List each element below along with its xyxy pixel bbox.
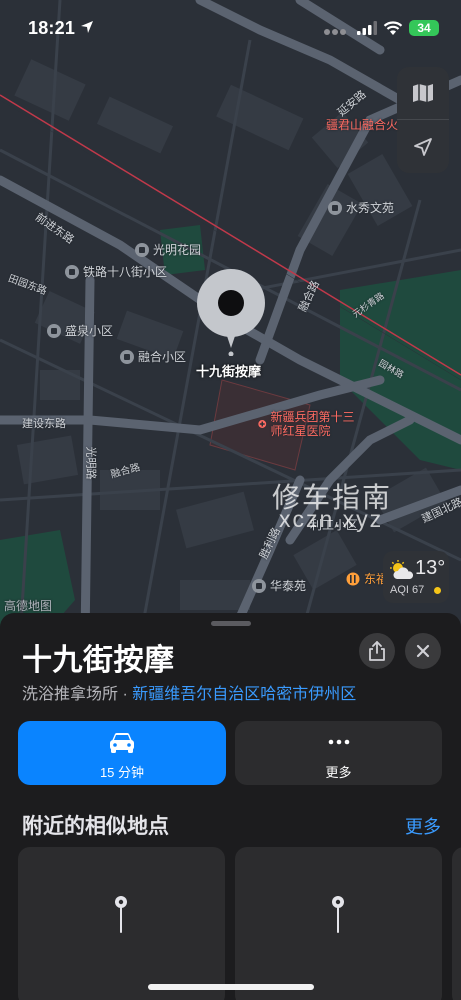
status-bar: 18:21 34 bbox=[0, 0, 461, 56]
drive-directions-button[interactable]: 15 分钟 bbox=[18, 721, 226, 785]
map-icon bbox=[413, 84, 433, 102]
map-attribution: 高德地图 bbox=[4, 599, 53, 613]
weather-widget[interactable]: 13° AQI 67 bbox=[383, 551, 449, 603]
map-view[interactable]: 18:21 34 疆君山融合火 水秀文苑 光明花园 铁路十八街小区 盛泉小区 融… bbox=[0, 0, 461, 640]
more-actions-label: 更多 bbox=[325, 765, 352, 780]
selected-place-label: 十九街按摩 bbox=[196, 364, 262, 379]
poi-junshan[interactable]: 疆君山融合火 bbox=[326, 116, 398, 133]
map-controls bbox=[397, 67, 449, 173]
poi-ronghe[interactable]: 融合小区 bbox=[120, 348, 186, 365]
subtitle-separator: · bbox=[118, 686, 133, 703]
poi-pin-icon bbox=[65, 264, 79, 279]
map-mode-button[interactable] bbox=[397, 67, 449, 120]
car-icon bbox=[110, 732, 134, 753]
similar-places-more-link[interactable]: 更多 bbox=[405, 813, 441, 839]
poi-tielu[interactable]: 铁路十八街小区 bbox=[65, 263, 167, 280]
place-pin-icon bbox=[115, 896, 127, 933]
location-services-icon bbox=[81, 21, 93, 33]
restaurant-icon bbox=[346, 572, 360, 585]
similar-place-card[interactable] bbox=[235, 847, 442, 1000]
road-label-jianshe: 建设东路 bbox=[22, 418, 66, 430]
poi-pin-icon bbox=[328, 200, 342, 215]
poi-shengquan[interactable]: 盛泉小区 bbox=[47, 322, 113, 339]
poi-label: 疆君山融合火 bbox=[326, 118, 399, 132]
poi-shuixiu[interactable]: 水秀文苑 bbox=[328, 199, 394, 216]
hospital-icon bbox=[258, 420, 267, 428]
poi-hospital[interactable]: 新疆兵团第十三师红星医院 bbox=[258, 410, 358, 438]
poi-pin-icon bbox=[135, 242, 149, 257]
ellipsis-icon bbox=[328, 739, 349, 745]
poi-pin-icon bbox=[120, 349, 134, 364]
poi-pin-icon bbox=[47, 323, 61, 338]
home-indicator[interactable] bbox=[148, 984, 314, 990]
place-pin-icon bbox=[332, 896, 344, 933]
poi-label: 融合小区 bbox=[138, 350, 187, 364]
watermark-url: xczn.xyz bbox=[279, 506, 384, 532]
poi-label: 新疆兵团第十三师红星医院 bbox=[270, 410, 355, 438]
battery-indicator: 34 bbox=[409, 20, 439, 36]
selected-place-pin[interactable] bbox=[196, 268, 266, 356]
road-label-guangming: 光明路 bbox=[84, 446, 97, 480]
poi-huatai[interactable]: 华泰苑 bbox=[252, 577, 306, 594]
cellular-signal-icon bbox=[357, 21, 377, 35]
status-dots-icon bbox=[324, 29, 346, 35]
current-location-button[interactable] bbox=[397, 120, 449, 173]
similar-place-card-partial[interactable] bbox=[452, 847, 461, 1000]
place-subtitle: 洗浴推拿场所 · 新疆维吾尔自治区哈密市伊州区 bbox=[22, 680, 356, 704]
poi-dongfu[interactable]: 东福 bbox=[346, 570, 388, 587]
sheet-grabber[interactable] bbox=[211, 621, 251, 626]
poi-label: 铁路十八街小区 bbox=[83, 265, 168, 279]
poi-pin-icon bbox=[252, 578, 266, 593]
poi-label: 华泰苑 bbox=[270, 579, 307, 593]
weather-aqi: AQI 67 bbox=[390, 584, 425, 596]
similar-place-card[interactable] bbox=[18, 847, 225, 1000]
partly-cloudy-icon bbox=[390, 560, 414, 579]
poi-guangming[interactable]: 光明花园 bbox=[135, 241, 201, 258]
status-time: 18:21 bbox=[28, 18, 76, 38]
weather-temperature: 13° bbox=[415, 557, 446, 579]
poi-label: 盛泉小区 bbox=[65, 324, 114, 338]
place-location-link[interactable]: 新疆维吾尔自治区哈密市伊州区 bbox=[132, 686, 356, 703]
share-icon bbox=[369, 641, 385, 661]
similar-places-title: 附近的相似地点 bbox=[22, 815, 169, 838]
place-card-sheet: 十九街按摩 洗浴推拿场所 · 新疆维吾尔自治区哈密市伊州区 15 分钟 更多 附… bbox=[0, 613, 461, 1000]
close-button[interactable] bbox=[405, 633, 441, 669]
close-icon bbox=[416, 644, 430, 658]
place-title: 十九街按摩 bbox=[22, 644, 175, 677]
wifi-icon bbox=[383, 21, 403, 35]
more-actions-button[interactable]: 更多 bbox=[235, 721, 442, 785]
location-arrow-icon bbox=[414, 137, 432, 156]
aqi-status-dot bbox=[434, 587, 441, 594]
drive-time-label: 15 分钟 bbox=[99, 765, 145, 780]
share-button[interactable] bbox=[359, 633, 395, 669]
poi-label: 水秀文苑 bbox=[346, 201, 395, 215]
place-category: 洗浴推拿场所 bbox=[22, 686, 119, 703]
poi-label: 光明花园 bbox=[153, 243, 202, 257]
